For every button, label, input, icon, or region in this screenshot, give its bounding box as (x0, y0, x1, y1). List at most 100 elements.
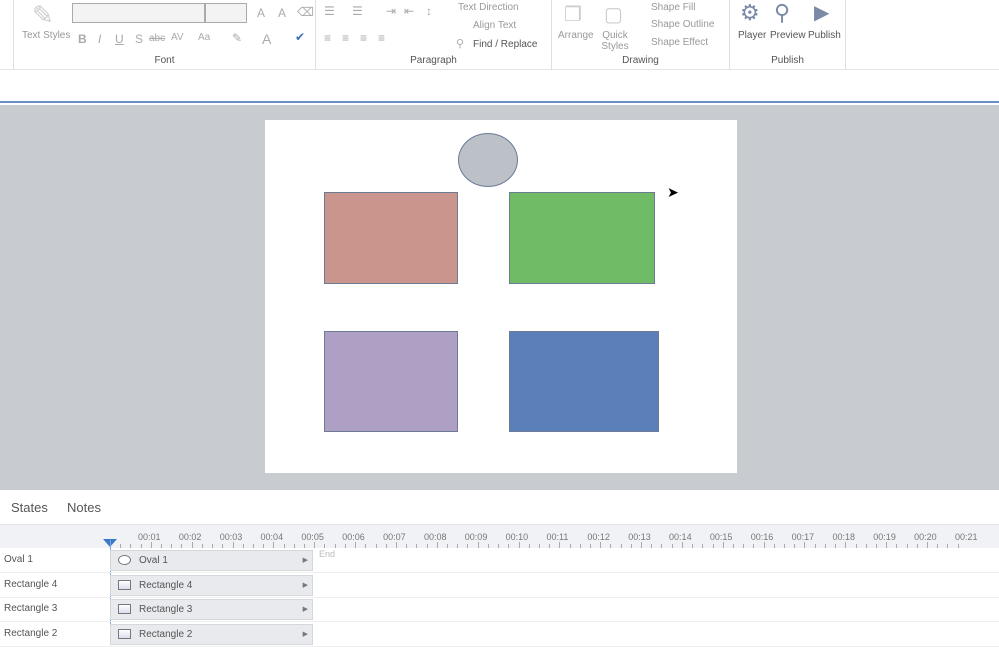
timeline-row[interactable]: Oval 1 Oval 1 ▶ (0, 548, 999, 573)
tick-label: 00:02 (178, 532, 202, 542)
row-name: Rectangle 4 (4, 578, 58, 590)
numbering-icon[interactable]: ☰ (352, 4, 363, 18)
clear-format-icon[interactable]: ⌫ (297, 5, 314, 19)
row-name: Rectangle 2 (4, 628, 58, 640)
tick-label: 00:21 (955, 532, 978, 542)
timeline-bar[interactable]: Oval 1 ▶ (110, 550, 313, 571)
bar-label: Oval 1 (139, 555, 168, 566)
tick-label: 00:03 (219, 532, 243, 542)
font-group: ✎ Text Styles A A ⌫ B I U S abc AV Aa ✎ … (14, 0, 316, 70)
tick-label: 00:04 (260, 532, 284, 542)
font-family-select[interactable] (72, 3, 205, 23)
bar-label: Rectangle 4 (139, 579, 193, 591)
highlight-icon[interactable]: ✎ (232, 31, 242, 45)
indent-icon[interactable]: ⇥ (386, 4, 396, 18)
shape-fill-button[interactable]: Shape Fill (651, 2, 695, 13)
paragraph-group: ☰ ☰ ⇥ ⇤ ↕ ≡ ≡ ≡ ≡ Text Direction Align T… (316, 0, 552, 70)
spellcheck-icon[interactable]: ✔ (295, 30, 305, 44)
shape-effect-button[interactable]: Shape Effect (651, 37, 708, 48)
ribbon-collapse-band (0, 70, 999, 103)
justify-icon[interactable]: ≡ (378, 31, 385, 45)
tick-label: 00:11 (546, 532, 569, 542)
outdent-icon[interactable]: ⇤ (404, 4, 414, 18)
character-spacing-button[interactable]: AV (171, 32, 184, 43)
font-group-label: Font (154, 55, 175, 66)
tick-label: 00:05 (301, 532, 324, 542)
rectangle-icon (118, 604, 131, 615)
quick-styles-button[interactable]: Quick Styles (600, 30, 630, 52)
text-styles-icon: ✎ (32, 0, 54, 30)
ribbon: ✎ Text Styles A A ⌫ B I U S abc AV Aa ✎ … (0, 0, 999, 70)
align-right-icon[interactable]: ≡ (360, 31, 367, 45)
ribbon-left-edge (0, 0, 14, 70)
timeline-bar[interactable]: Rectangle 3 ▶ (110, 599, 313, 621)
timeline-row[interactable]: Rectangle 3 Rectangle 3 ▶ (0, 597, 999, 623)
text-styles-button[interactable]: Text Styles (22, 30, 70, 41)
timeline-row[interactable]: Rectangle 4 Rectangle 4 ▶ (0, 573, 999, 598)
expand-arrow-icon[interactable]: ▶ (303, 630, 308, 638)
publish-icon: ▶ (814, 2, 830, 24)
expand-arrow-icon[interactable]: ▶ (303, 556, 308, 564)
bar-label: Rectangle 3 (139, 604, 193, 616)
tab-states[interactable]: States (11, 500, 48, 515)
publish-group-label: Publish (771, 55, 804, 66)
shape-outline-button[interactable]: Shape Outline (651, 19, 714, 30)
change-case-button[interactable]: Aa (198, 32, 210, 43)
rectangle-1-shape[interactable] (509, 331, 659, 432)
align-left-icon[interactable]: ≡ (324, 31, 331, 45)
line-spacing-icon[interactable]: ↕ (426, 4, 432, 18)
expand-arrow-icon[interactable]: ▶ (303, 581, 308, 589)
tick-label: 00:13 (628, 532, 651, 542)
player-icon: ⚙ (740, 0, 760, 25)
slide-canvas[interactable] (265, 120, 737, 473)
paragraph-group-label: Paragraph (410, 55, 457, 66)
publish-button[interactable]: Publish (808, 30, 841, 41)
mouse-cursor-icon: ➤ (667, 184, 679, 200)
tab-notes[interactable]: Notes (67, 500, 101, 515)
timeline-ruler[interactable]: 00:01 00:02 00:03 00:04 00:05 00:06 00:07 00:08… (0, 524, 999, 548)
row-name: Oval 1 (4, 554, 33, 565)
align-center-icon[interactable]: ≡ (342, 31, 349, 45)
grow-font-icon[interactable]: A (257, 6, 265, 20)
underline-button[interactable]: U (115, 32, 124, 46)
tick-label: 00:19 (873, 532, 896, 542)
text-direction-button[interactable]: Text Direction (458, 2, 519, 13)
shadow-button[interactable]: S (135, 32, 143, 46)
tick-label: 00:06 (342, 532, 365, 542)
bold-button[interactable]: B (78, 32, 87, 46)
tick-label: 00:14 (669, 532, 692, 542)
tick-label: 00:20 (914, 532, 937, 542)
arrange-button[interactable]: Arrange (558, 30, 594, 41)
find-replace-button[interactable]: Find / Replace (473, 39, 537, 50)
timeline-bar[interactable]: Rectangle 2 ▶ (110, 624, 313, 646)
drawing-group: ❐ Arrange ▢ Quick Styles Shape Fill Shap… (552, 0, 730, 70)
row-name: Rectangle 3 (4, 603, 58, 615)
font-size-select[interactable] (205, 3, 247, 23)
timeline-bar[interactable]: Rectangle 4 ▶ (110, 574, 313, 596)
preview-icon: ⚲ (774, 0, 791, 25)
strikethrough-button[interactable]: abc (149, 33, 165, 44)
rectangle-icon (118, 579, 131, 590)
tick-label: 00:17 (791, 532, 815, 542)
publish-group: ⚙ Player ⚲ Preview ▶ Publish Publish (730, 0, 846, 70)
preview-button[interactable]: Preview (770, 30, 806, 41)
player-button[interactable]: Player (738, 30, 766, 41)
shrink-font-icon[interactable]: A (278, 6, 286, 20)
timeline-row[interactable]: Rectangle 2 Rectangle 2 ▶ (0, 622, 999, 647)
tick-label: 00:10 (505, 532, 529, 542)
oval-1-shape[interactable] (458, 133, 518, 187)
italic-button[interactable]: I (98, 32, 101, 46)
rectangle-4-shape[interactable] (324, 192, 458, 284)
tick-label: 00:07 (383, 532, 406, 542)
tick-label: 00:08 (423, 532, 447, 542)
tick-label: 00:18 (832, 532, 855, 542)
rectangle-icon (118, 629, 131, 640)
align-text-button[interactable]: Align Text (473, 20, 516, 31)
tick-label: 00:16 (750, 532, 774, 542)
expand-arrow-icon[interactable]: ▶ (303, 605, 308, 613)
bullets-icon[interactable]: ☰ (324, 4, 335, 18)
rectangle-3-shape[interactable] (509, 192, 655, 284)
rectangle-2-shape[interactable] (324, 331, 458, 432)
drawing-group-label: Drawing (622, 55, 659, 66)
font-color-button[interactable]: A (262, 31, 271, 47)
